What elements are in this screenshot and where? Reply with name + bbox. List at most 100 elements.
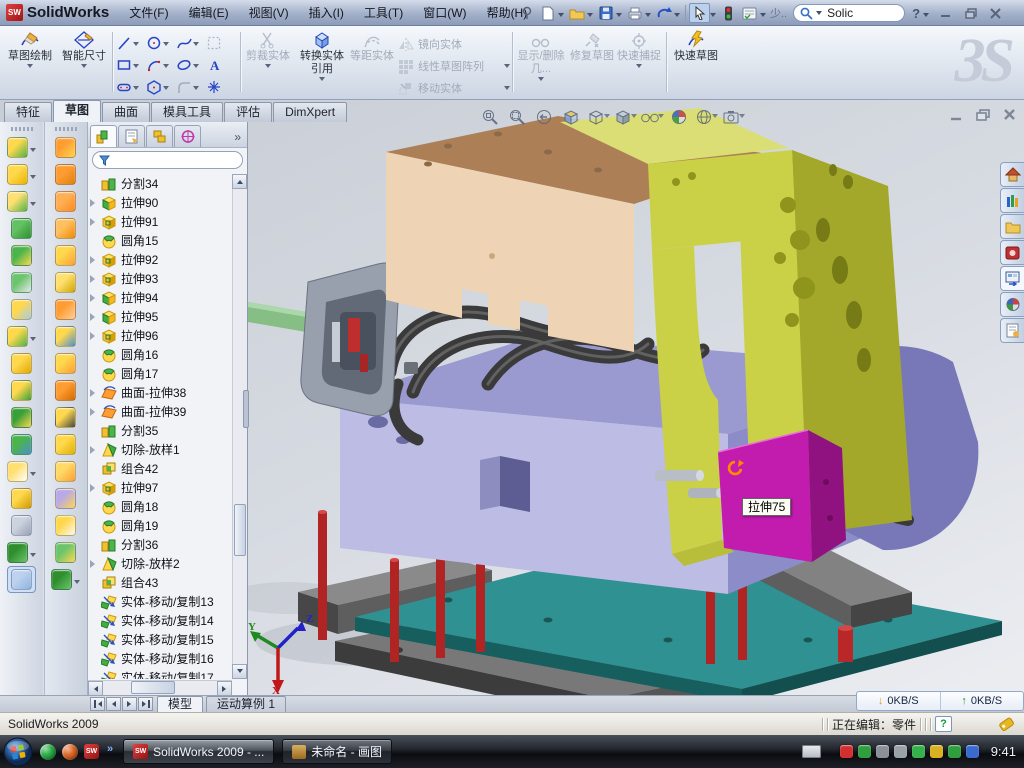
trim-entities-button[interactable]: 剪裁实体 [244,29,292,97]
view-palette-tab[interactable] [1000,266,1024,291]
command-tab-草图[interactable]: 草图 [53,100,101,122]
prev-tab-button[interactable] [106,697,121,711]
offset-entities-button[interactable]: 等距实体 [350,29,394,97]
trim-caret[interactable] [265,64,271,71]
tool-boss-extrude[interactable] [7,134,36,161]
circle-caret[interactable] [163,42,169,49]
ellipse-caret[interactable] [193,64,199,71]
search-input[interactable]: Solic [827,6,853,20]
tool-draft[interactable] [7,296,36,323]
rectangle-tool[interactable] [116,54,146,76]
menu-item-1[interactable]: 编辑(E) [179,1,239,24]
tool-spline-handle[interactable] [51,566,80,593]
convert-entities-button[interactable]: 转换实体引用 [296,29,348,97]
expander-icon[interactable] [90,389,101,397]
slot-tool[interactable] [116,76,146,98]
slot-caret[interactable] [133,86,139,93]
configuration-manager-tab[interactable] [146,125,173,147]
dropdown-caret-icon[interactable] [74,580,80,587]
tray-security-shield-icon[interactable] [858,745,871,758]
expander-icon[interactable] [90,218,101,226]
open-file-caret[interactable] [587,13,593,20]
pin-icon[interactable] [516,3,537,23]
apply-scene-button[interactable] [694,106,718,128]
tool-curve[interactable] [7,539,36,566]
print-button[interactable] [624,3,645,23]
quick-launch-solidworks[interactable]: SW [84,744,99,759]
display-delete-relations-button[interactable]: 显示/删除几... [516,29,566,97]
move-entities-caret[interactable] [504,86,510,93]
sketch-fillet-tool[interactable] [176,76,206,98]
display-style-button[interactable] [613,106,637,128]
tree-item[interactable]: 圆角16 [90,345,231,364]
tool-axis[interactable] [7,512,36,539]
panel-overflow-chevron[interactable]: » [234,130,245,147]
tray-update-gear-icon[interactable] [876,745,889,758]
first-tab-button[interactable] [90,697,105,711]
tree-item[interactable]: 拉伸90 [90,193,231,212]
expander-icon[interactable] [90,313,101,321]
search-scope-caret[interactable] [816,11,822,18]
selection-box-tool[interactable] [206,32,236,54]
taskbar-window[interactable]: 未命名 - 画图 [282,739,392,764]
tool-wrap[interactable] [51,242,80,269]
dropdown-caret-icon[interactable] [30,337,36,344]
linear-pattern-caret[interactable] [504,64,510,71]
menu-item-0[interactable]: 文件(F) [119,1,178,24]
view-orientation-button[interactable] [586,106,610,128]
tree-item[interactable]: 分割36 [90,535,231,554]
tool-delete-body[interactable] [51,431,80,458]
net-speed-widget[interactable]: ↓0KB/S ↑0KB/S [856,691,1024,711]
edit-appearance-button[interactable] [667,106,691,128]
move-entities-button[interactable]: 移动实体 [398,77,510,99]
dropdown-caret-icon[interactable] [30,148,36,155]
tree-item[interactable]: 切除-放样1 [90,440,231,459]
minimize-button[interactable] [935,5,956,21]
appearances-scenes-tab[interactable] [1000,292,1024,317]
sketch-draw-button[interactable]: 草图绘制 [4,29,56,97]
tree-item[interactable]: 拉伸94 [90,288,231,307]
tray-network-warning-icon[interactable] [930,745,943,758]
tool-split-line[interactable] [51,485,80,512]
last-tab-button[interactable] [138,697,153,711]
solidworks-toolbox-tab[interactable] [1000,240,1024,265]
new-file-button[interactable] [537,3,558,23]
menu-item-2[interactable]: 视图(V) [239,1,299,24]
options-caret[interactable] [760,13,766,20]
tray-im-online-icon[interactable] [912,745,925,758]
scroll-thumb[interactable] [131,681,175,694]
select-caret[interactable] [710,13,716,20]
panel-splitter[interactable] [243,390,249,428]
3d-viewport[interactable]: Y Z X [248,100,1024,695]
scroll-right-button[interactable] [217,681,232,696]
tray-volume-icon[interactable] [894,745,907,758]
select-tool-button[interactable] [689,3,710,23]
dropdown-caret-icon[interactable] [30,202,36,209]
tree-horizontal-scrollbar[interactable] [88,680,232,695]
tool-deform[interactable] [51,296,80,323]
tool-extruded-cut[interactable] [7,161,36,188]
expander-icon[interactable] [90,560,101,568]
part-insert-block[interactable] [718,430,846,562]
tool-indent[interactable] [51,323,80,350]
tree-item[interactable]: 拉伸95 [90,307,231,326]
arc-caret[interactable] [163,64,169,71]
hide-show-caret[interactable] [658,114,664,121]
expander-icon[interactable] [90,332,101,340]
sketch-fillet-caret[interactable] [193,86,199,93]
expander-icon[interactable] [90,484,101,492]
next-tab-button[interactable] [122,697,137,711]
tool-linear-pattern[interactable] [7,323,36,350]
taskbar-clock[interactable]: 9:41 [991,744,1016,759]
menu-item-5[interactable]: 窗口(W) [413,1,476,24]
rebuild-button[interactable] [718,3,739,23]
tool-boundary-boss[interactable] [51,215,80,242]
scroll-thumb[interactable] [234,504,246,556]
quick-launch-expand[interactable]: » [107,743,113,755]
command-tab-模具工具[interactable]: 模具工具 [151,102,223,122]
menu-item-3[interactable]: 插入(I) [299,1,354,24]
tree-item[interactable]: 实体-移动/复制15 [90,630,231,649]
solidworks-resources-tab[interactable] [1000,162,1024,187]
toolbar-grip[interactable] [11,127,33,131]
arc-tool[interactable] [146,54,176,76]
